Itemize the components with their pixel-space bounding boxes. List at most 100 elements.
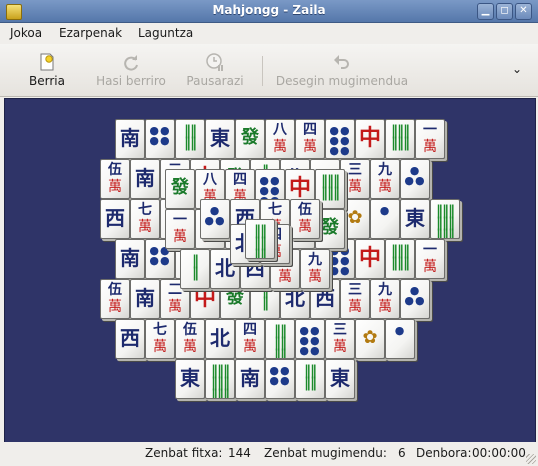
mahjongg-tile[interactable]: ●● ●● ●● (325, 119, 355, 159)
mahjongg-tile[interactable]: 九萬 (370, 159, 400, 199)
maximize-button[interactable]: ◻ (496, 3, 513, 20)
mahjongg-tile[interactable]: ‖‖ ‖‖ ‖‖ (245, 219, 275, 259)
mahjongg-tile[interactable]: 中 (355, 119, 385, 159)
mahjongg-tile[interactable]: ‖‖‖ ‖‖‖ ‖‖‖ (205, 359, 235, 399)
game-board[interactable]: 南●● ●●‖‖ ‖‖東發八萬四萬●● ●● ●●中‖‖‖ ‖‖‖一萬伍萬南二萬… (4, 98, 536, 444)
tile-count-value: 144 (228, 446, 251, 460)
tile-face: ● (394, 324, 406, 337)
mahjongg-tile[interactable]: ●● ●● (145, 119, 175, 159)
mahjongg-tile[interactable]: 三萬 (340, 279, 370, 319)
mahjongg-tile[interactable]: ●● ●● ●● (295, 319, 325, 359)
pause-label: Pausarazi (186, 74, 244, 88)
undo-button[interactable]: Desegin mugimendua (272, 48, 412, 92)
mahjongg-tile[interactable]: 七萬 (130, 199, 160, 239)
tile-numeral: 伍 (298, 202, 312, 218)
mahjongg-tile[interactable]: 一萬 (415, 239, 445, 279)
close-button[interactable]: ✕ (515, 3, 532, 20)
mahjongg-tile[interactable]: 八萬 (265, 119, 295, 159)
menu-jokoa[interactable]: Jokoa (10, 26, 42, 40)
mahjongg-tile[interactable]: 東 (400, 199, 430, 239)
mahjongg-tile[interactable]: ● ●● (200, 199, 230, 239)
mahjongg-tile[interactable]: ‖‖‖ ‖‖‖ (385, 119, 415, 159)
mahjongg-tile[interactable]: 一萬 (165, 209, 195, 249)
mahjongg-tile[interactable]: 伍萬 (100, 159, 130, 199)
tile-face: 東 (210, 126, 230, 150)
menubar: Jokoa Ezarpenak Laguntza (0, 23, 538, 44)
mahjongg-tile[interactable]: 九萬 (370, 279, 400, 319)
tile-suit-char: 萬 (348, 299, 362, 315)
tile-face: ‖‖‖ ‖‖‖ ‖‖‖ (211, 363, 230, 399)
tile-face: 中 (358, 125, 381, 151)
mahjongg-tile[interactable]: ●● ●● (265, 359, 295, 399)
tile-numeral: 七 (138, 202, 152, 218)
mahjongg-tile[interactable]: ● ●● (400, 159, 430, 199)
tile-numeral: 伍 (183, 322, 197, 338)
mahjongg-tile[interactable]: 四萬 (295, 119, 325, 159)
tile-suit-char: 萬 (303, 139, 317, 155)
resize-grip[interactable] (526, 454, 536, 464)
toolbar-overflow-icon[interactable]: ⌄ (510, 62, 524, 76)
window-titlebar[interactable]: Mahjongg - Zaila ▁ ◻ ✕ (0, 0, 538, 23)
mahjongg-tile[interactable]: 西 (115, 319, 145, 359)
tile-face: ✿ (347, 207, 363, 228)
mahjongg-tile[interactable]: 南 (235, 359, 265, 399)
menu-laguntza[interactable]: Laguntza (138, 26, 193, 40)
mahjongg-tile[interactable]: 南 (130, 159, 160, 199)
tile-suit-char: 萬 (278, 269, 292, 285)
tile-face: 南 (135, 286, 155, 310)
mahjongg-tile[interactable]: ‖‖‖ ‖‖‖ ‖‖‖ (430, 199, 460, 239)
restart-button[interactable]: Hasi berriro (92, 48, 170, 92)
mahjongg-tile[interactable]: 南 (115, 119, 145, 159)
undo-label: Desegin mugimendua (275, 74, 409, 88)
tile-suit-char: 萬 (333, 339, 347, 355)
mahjongg-tile[interactable]: ✿ (355, 319, 385, 359)
mahjongg-tile[interactable]: 北 (205, 319, 235, 359)
mahjongg-tile[interactable]: ● ●● (400, 279, 430, 319)
mahjongg-tile[interactable]: 伍萬 (290, 199, 320, 239)
mahjongg-tile[interactable]: 東 (325, 359, 355, 399)
mahjongg-tile[interactable]: 東 (175, 359, 205, 399)
toolbar-separator (262, 56, 263, 86)
tile-face: ‖‖ ‖‖ (184, 123, 197, 151)
mahjongg-tile[interactable]: 七萬 (145, 319, 175, 359)
tile-numeral: 三 (348, 162, 362, 178)
mahjongg-tile[interactable]: 一萬 (415, 119, 445, 159)
new-document-icon (40, 53, 54, 71)
mahjongg-tile[interactable]: ● (385, 319, 415, 359)
mahjongg-tile[interactable]: 發 (165, 169, 195, 209)
mahjongg-tile[interactable]: 伍萬 (175, 319, 205, 359)
mahjongg-tile[interactable]: 三萬 (325, 319, 355, 359)
mahjongg-tile[interactable]: 東 (205, 119, 235, 159)
tile-suit-char: 萬 (348, 179, 362, 195)
tile-face: 東 (330, 366, 350, 390)
mahjongg-tile[interactable]: ‖‖‖ ‖‖‖ (385, 239, 415, 279)
minimize-button[interactable]: ▁ (477, 3, 494, 20)
new-game-button[interactable]: Berria (22, 48, 72, 92)
tile-face: ●● ●● ●● (329, 124, 351, 157)
mahjongg-tile[interactable]: ‖‖ ‖‖ (295, 359, 325, 399)
pause-button[interactable]: Pausarazi (184, 48, 246, 92)
menu-ezarpenak[interactable]: Ezarpenak (59, 26, 122, 40)
mahjongg-tile[interactable]: ‖‖ ‖‖ (175, 119, 205, 159)
mahjongg-tile[interactable]: 南 (115, 239, 145, 279)
mahjongg-tile[interactable]: 伍萬 (100, 279, 130, 319)
tile-face: ‖‖ ‖‖ ‖‖ (274, 323, 287, 359)
tile-numeral: 八 (203, 172, 217, 188)
tile-face: ‖‖‖ ‖‖‖ (391, 123, 410, 151)
mahjongg-tile[interactable]: 西 (100, 199, 130, 239)
mahjongg-tile[interactable]: 中 (355, 239, 385, 279)
mahjongg-tile[interactable]: 南 (130, 279, 160, 319)
mahjongg-tile[interactable]: 九萬 (300, 249, 330, 289)
mahjongg-tile[interactable]: ● (370, 199, 400, 239)
tile-numeral: 三 (348, 282, 362, 298)
mahjongg-tile[interactable]: ‖‖ ‖‖ ‖‖ (265, 319, 295, 359)
tile-numeral: 四 (243, 322, 257, 338)
mahjongg-tile[interactable]: 四萬 (235, 319, 265, 359)
mahjongg-tile[interactable]: 發 (235, 119, 265, 159)
tile-numeral: 一 (423, 242, 437, 258)
tile-suit-char: 萬 (183, 339, 197, 355)
undo-icon (334, 55, 349, 69)
mahjongg-tile[interactable]: ‖ ‖ (180, 249, 210, 289)
tile-suit-char: 萬 (378, 179, 392, 195)
tile-suit-char: 萬 (308, 269, 322, 285)
